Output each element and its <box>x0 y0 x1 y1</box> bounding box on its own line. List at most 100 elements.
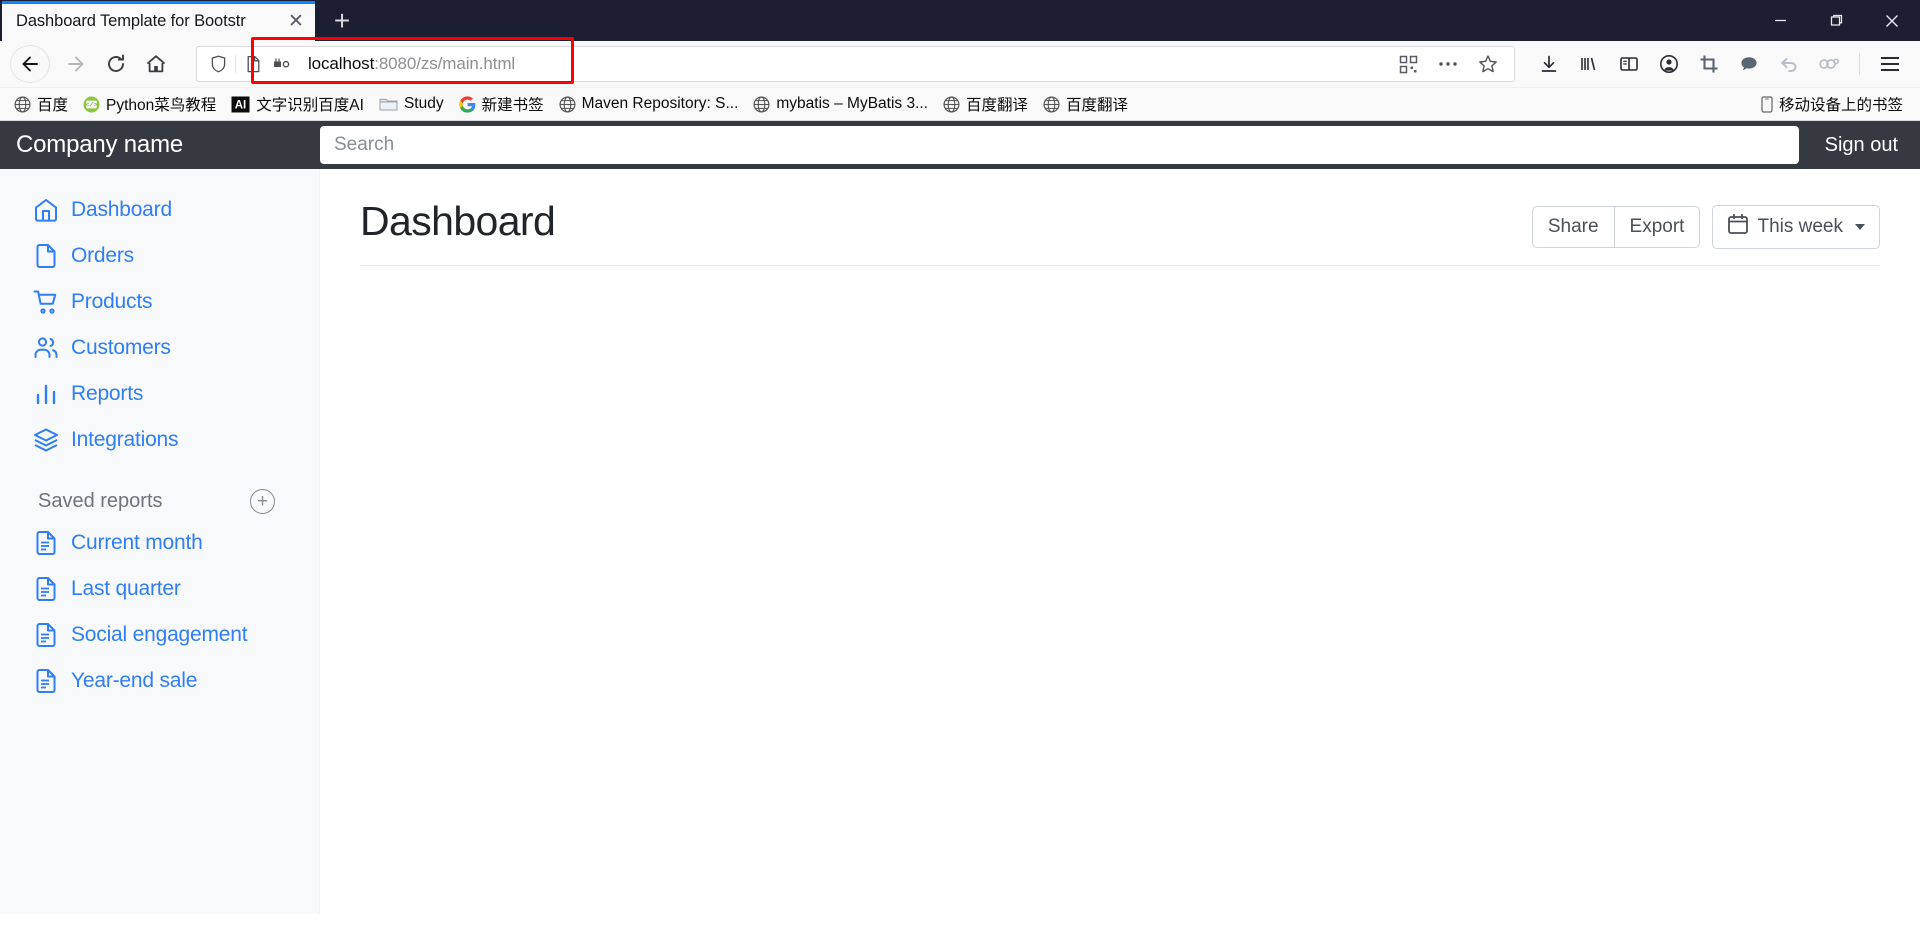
bookmark-item[interactable]: 百度 <box>8 92 74 117</box>
sidebar-item-customers[interactable]: Customers <box>0 325 319 371</box>
bookmark-label: mybatis – MyBatis 3... <box>776 95 928 112</box>
star-icon[interactable] <box>1468 45 1508 83</box>
file-text-icon <box>32 575 60 603</box>
sidebar-item-integrations[interactable]: Integrations <box>0 417 319 463</box>
sidebar-item-label: Dashboard <box>71 198 172 221</box>
permission-icon[interactable] <box>268 49 298 79</box>
downloads-icon[interactable] <box>1529 45 1569 83</box>
ai-icon: AI <box>231 96 250 113</box>
sidebar-item-label: Customers <box>71 336 171 359</box>
sidebar-item-label: Reports <box>71 382 144 405</box>
sidebar-icon[interactable] <box>1609 45 1649 83</box>
bookmark-item[interactable]: Study <box>373 92 450 117</box>
app-topbar: Company name Sign out <box>0 121 1920 169</box>
saved-report-social-engagement[interactable]: Social engagement <box>0 612 319 658</box>
maximize-icon[interactable] <box>1808 0 1864 41</box>
browser-window: Dashboard Template for Bootstr ✕ + local… <box>0 0 1920 929</box>
qr-icon[interactable] <box>1388 45 1428 83</box>
reload-icon[interactable] <box>96 45 136 83</box>
sidebar-item-reports[interactable]: Reports <box>0 371 319 417</box>
browser-tab[interactable]: Dashboard Template for Bootstr ✕ <box>2 1 315 41</box>
bookmark-item[interactable]: Maven Repository: S... <box>553 92 745 117</box>
minimize-icon[interactable] <box>1752 0 1808 41</box>
forward-arrow-icon[interactable] <box>56 45 96 83</box>
saved-report-year-end-sale[interactable]: Year-end sale <box>0 658 319 704</box>
share-export-group: Share Export <box>1531 206 1701 248</box>
saved-report-label: Current month <box>71 531 203 554</box>
hamburger-icon[interactable] <box>1870 45 1910 83</box>
file-text-icon <box>32 621 60 649</box>
tab-strip: Dashboard Template for Bootstr ✕ + <box>0 0 1920 41</box>
shield-icon[interactable] <box>203 49 233 79</box>
calendar-icon <box>1727 213 1749 241</box>
globe-icon <box>14 95 31 113</box>
bookmark-label: 百度翻译 <box>966 97 1029 114</box>
undo-icon[interactable] <box>1769 45 1809 83</box>
screenshot-icon[interactable] <box>1689 45 1729 83</box>
bookmark-item[interactable]: </> Python菜鸟教程 <box>77 92 222 117</box>
url-bar[interactable]: localhost:8080/zs/main.html <box>196 37 1515 84</box>
close-icon[interactable]: ✕ <box>285 10 307 32</box>
header-actions: Share Export This week <box>1531 197 1880 249</box>
new-tab-button[interactable]: + <box>321 1 363 41</box>
file-icon <box>32 242 60 270</box>
bookmark-item[interactable]: 新建书签 <box>453 92 550 117</box>
add-report-button[interactable]: + <box>250 489 275 514</box>
date-range-button[interactable]: This week <box>1712 205 1880 249</box>
sidebar-item-products[interactable]: Products <box>0 279 319 325</box>
saved-report-current-month[interactable]: Current month <box>0 520 319 566</box>
bar-chart-icon <box>32 380 60 408</box>
page-icon[interactable] <box>238 49 268 79</box>
globe-icon <box>1043 95 1060 113</box>
saved-report-label: Last quarter <box>71 577 181 600</box>
url-path: :8080/zs/main.html <box>374 54 516 73</box>
bookmark-item[interactable]: 百度翻译 <box>1037 92 1134 117</box>
sign-out-link[interactable]: Sign out <box>1803 134 1920 157</box>
ellipsis-icon[interactable] <box>1428 45 1468 83</box>
home-icon <box>32 196 60 224</box>
file-text-icon <box>32 529 60 557</box>
browser-toolbar-icons <box>1529 45 1910 83</box>
home-icon[interactable] <box>136 45 176 83</box>
search-input[interactable] <box>320 126 1799 164</box>
saved-reports-title: Saved reports <box>38 490 163 512</box>
folder-icon <box>379 96 398 112</box>
sidebar: Dashboard Orders Products Customers Repo… <box>0 169 320 914</box>
export-button[interactable]: Export <box>1614 206 1701 248</box>
main-content: Dashboard Share Export This week <box>320 169 1920 914</box>
globe-icon <box>753 95 770 113</box>
cart-icon <box>32 288 60 316</box>
sidebar-item-orders[interactable]: Orders <box>0 233 319 279</box>
chat-icon[interactable] <box>1729 45 1769 83</box>
share-button[interactable]: Share <box>1531 206 1615 248</box>
google-icon <box>458 95 476 113</box>
window-close-icon[interactable] <box>1864 0 1920 41</box>
chevron-down-icon <box>1855 224 1865 230</box>
page-bottom-area <box>0 914 1920 929</box>
globe-icon <box>943 95 960 113</box>
bookmark-item[interactable]: mybatis – MyBatis 3... <box>747 92 934 117</box>
bookmark-label: 文字识别百度AI <box>256 97 364 114</box>
account-icon[interactable] <box>1649 45 1689 83</box>
url-bar-actions <box>1388 45 1508 83</box>
page-body: Dashboard Orders Products Customers Repo… <box>0 169 1920 914</box>
bookmark-label: Maven Repository: S... <box>581 95 739 112</box>
saved-report-label: Year-end sale <box>71 669 198 692</box>
brand-title[interactable]: Company name <box>0 131 320 159</box>
sidebar-item-dashboard[interactable]: Dashboard <box>0 187 319 233</box>
bookmark-item[interactable]: AI 文字识别百度AI <box>225 92 370 117</box>
library-icon[interactable] <box>1569 45 1609 83</box>
layers-icon <box>32 426 60 454</box>
divider <box>235 55 236 73</box>
bookmark-label: Study <box>403 95 444 112</box>
extension-rings-icon[interactable] <box>1809 45 1849 83</box>
mobile-icon <box>1761 95 1773 113</box>
url-host: localhost <box>308 54 375 73</box>
back-arrow-icon[interactable] <box>10 45 50 83</box>
bookmark-label: 百度翻译 <box>1066 97 1129 114</box>
bookmark-item[interactable]: 百度翻译 <box>937 92 1034 117</box>
mobile-bookmarks-item[interactable]: 移动设备上的书签 <box>1755 92 1909 117</box>
window-controls <box>1752 0 1920 41</box>
bookmarks-bar: 百度 </> Python菜鸟教程 AI 文字识别百度AI Study 新建书签 <box>0 88 1920 121</box>
saved-report-last-quarter[interactable]: Last quarter <box>0 566 319 612</box>
